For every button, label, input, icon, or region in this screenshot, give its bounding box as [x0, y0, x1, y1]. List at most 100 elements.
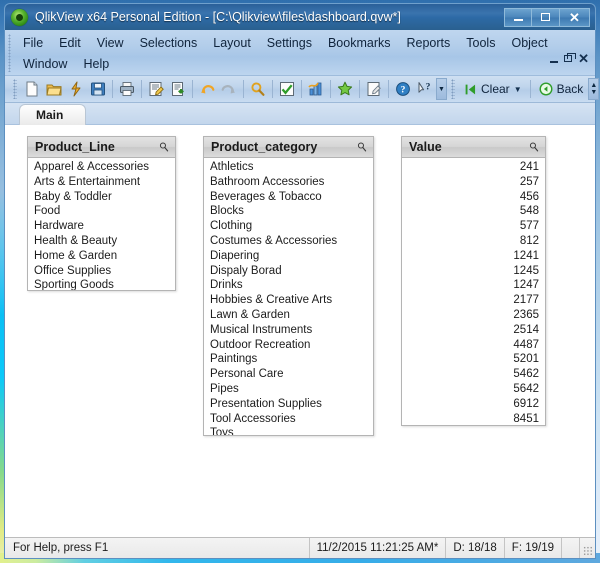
minimize-button[interactable] [504, 7, 532, 27]
magnifier-icon[interactable] [356, 141, 368, 153]
menu-item-settings[interactable]: Settings [259, 34, 320, 52]
export-icon[interactable] [167, 78, 189, 100]
notes-icon[interactable] [363, 78, 385, 100]
list-item[interactable]: Outdoor Recreation [204, 338, 373, 353]
menu-item-window[interactable]: Window [15, 55, 75, 73]
list-item[interactable]: Costumes & Accessories [204, 234, 373, 249]
list-item[interactable]: 5201 [402, 352, 545, 367]
toolbar-overflow-icon[interactable]: ▼ [436, 78, 447, 100]
new-document-icon[interactable] [21, 78, 43, 100]
list-item[interactable]: Beverages & Tobacco [204, 190, 373, 205]
list-item[interactable]: 5642 [402, 382, 545, 397]
list-item[interactable]: 6912 [402, 397, 545, 412]
list-item[interactable]: 257 [402, 175, 545, 190]
list-item[interactable]: Hobbies & Creative Arts [204, 293, 373, 308]
list-item[interactable]: 1247 [402, 278, 545, 293]
list-item[interactable]: Toys [204, 426, 373, 435]
list-item[interactable]: Dispaly Borad [204, 264, 373, 279]
listbox-header-value[interactable]: Value [402, 137, 545, 158]
list-item[interactable]: Drinks [204, 278, 373, 293]
menu-item-selections[interactable]: Selections [132, 34, 206, 52]
listbox-body-product-line[interactable]: Apparel & Accessories Arts & Entertainme… [28, 158, 175, 290]
listbox-product-line[interactable]: Product_Line Apparel & Accessories Arts … [27, 136, 176, 291]
menu-drag-grip[interactable] [8, 34, 11, 72]
list-item[interactable]: 241 [402, 160, 545, 175]
listbox-header-product-category[interactable]: Product_category [204, 137, 373, 158]
menu-item-tools[interactable]: Tools [458, 34, 503, 52]
context-help-icon[interactable]: ? [414, 78, 436, 100]
maximize-button[interactable] [532, 7, 560, 27]
list-item[interactable]: Food [28, 204, 175, 219]
menu-item-reports[interactable]: Reports [399, 34, 459, 52]
tab-main[interactable]: Main [19, 104, 87, 125]
listbox-product-category[interactable]: Product_category Athletics Bathroom Acce… [203, 136, 374, 436]
list-item[interactable]: Home & Garden [28, 249, 175, 264]
open-folder-icon[interactable] [43, 78, 65, 100]
redo-icon[interactable] [218, 78, 240, 100]
list-item[interactable]: 1245 [402, 264, 545, 279]
list-item[interactable]: 8451 [402, 412, 545, 425]
list-item[interactable]: 2177 [402, 293, 545, 308]
list-item[interactable]: Bathroom Accessories [204, 175, 373, 190]
undo-icon[interactable] [196, 78, 218, 100]
list-item[interactable]: Diapering [204, 249, 373, 264]
edit-script-icon[interactable] [145, 78, 167, 100]
listbox-value[interactable]: Value 241 257 456 548 577 812 1241 1245 … [401, 136, 546, 426]
list-item[interactable]: Baby & Toddler [28, 190, 175, 205]
menu-item-edit[interactable]: Edit [51, 34, 89, 52]
listbox-header-product-line[interactable]: Product_Line [28, 137, 175, 158]
reload-icon[interactable] [65, 78, 87, 100]
list-item[interactable]: Personal Care [204, 367, 373, 382]
list-item[interactable]: Pipes [204, 382, 373, 397]
list-item[interactable]: Musical Instruments [204, 323, 373, 338]
list-item[interactable]: Presentation Supplies [204, 397, 373, 412]
menu-item-bookmarks[interactable]: Bookmarks [320, 34, 399, 52]
magnifier-icon[interactable] [528, 141, 540, 153]
list-item[interactable]: Lawn & Garden [204, 308, 373, 323]
list-item[interactable]: Health & Beauty [28, 234, 175, 249]
list-item[interactable]: 5462 [402, 367, 545, 382]
list-item[interactable]: Hardware [28, 219, 175, 234]
print-icon[interactable] [116, 78, 138, 100]
resize-grip-icon[interactable] [579, 538, 595, 558]
toolbar-drag-grip[interactable] [13, 79, 17, 99]
toolbar-overflow-right-icon[interactable]: ▲ ▼ [588, 78, 600, 100]
menu-item-object[interactable]: Object [503, 34, 555, 52]
listbox-body-value[interactable]: 241 257 456 548 577 812 1241 1245 1247 2… [402, 158, 545, 425]
current-selections-icon[interactable] [276, 78, 298, 100]
listbox-body-product-category[interactable]: Athletics Bathroom Accessories Beverages… [204, 158, 373, 435]
mdi-restore-button[interactable] [564, 53, 577, 62]
list-item[interactable]: Athletics [204, 160, 373, 175]
search-icon[interactable] [247, 78, 269, 100]
close-button[interactable]: ✕ [560, 7, 590, 27]
list-item[interactable]: 456 [402, 190, 545, 205]
mdi-minimize-button[interactable] [550, 54, 559, 63]
list-item[interactable]: 1241 [402, 249, 545, 264]
list-item[interactable]: Apparel & Accessories [28, 160, 175, 175]
list-item[interactable]: Blocks [204, 204, 373, 219]
magnifier-icon[interactable] [158, 141, 170, 153]
list-item[interactable]: 4487 [402, 338, 545, 353]
list-item[interactable]: 812 [402, 234, 545, 249]
list-item[interactable]: Sporting Goods [28, 278, 175, 290]
menu-item-layout[interactable]: Layout [205, 34, 259, 52]
list-item[interactable]: Tool Accessories [204, 412, 373, 427]
list-item[interactable]: 548 [402, 204, 545, 219]
list-item[interactable]: Paintings [204, 352, 373, 367]
toolbar-drag-grip-2[interactable] [451, 79, 455, 99]
save-icon[interactable] [87, 78, 109, 100]
list-item[interactable]: 2514 [402, 323, 545, 338]
list-item[interactable]: 2365 [402, 308, 545, 323]
bookmark-star-icon[interactable] [334, 78, 356, 100]
chevron-down-icon[interactable]: ▼ [514, 85, 522, 94]
menu-item-file[interactable]: File [15, 34, 51, 52]
back-button[interactable]: Back [534, 80, 589, 98]
list-item[interactable]: 577 [402, 219, 545, 234]
list-item[interactable]: Clothing [204, 219, 373, 234]
list-item[interactable]: Office Supplies [28, 264, 175, 279]
mdi-close-button[interactable]: ✕ [578, 52, 589, 65]
help-icon[interactable]: ? [392, 78, 414, 100]
menu-item-help[interactable]: Help [75, 55, 117, 73]
menu-item-view[interactable]: View [89, 34, 132, 52]
clear-button[interactable]: Clear ▼ [459, 80, 527, 98]
